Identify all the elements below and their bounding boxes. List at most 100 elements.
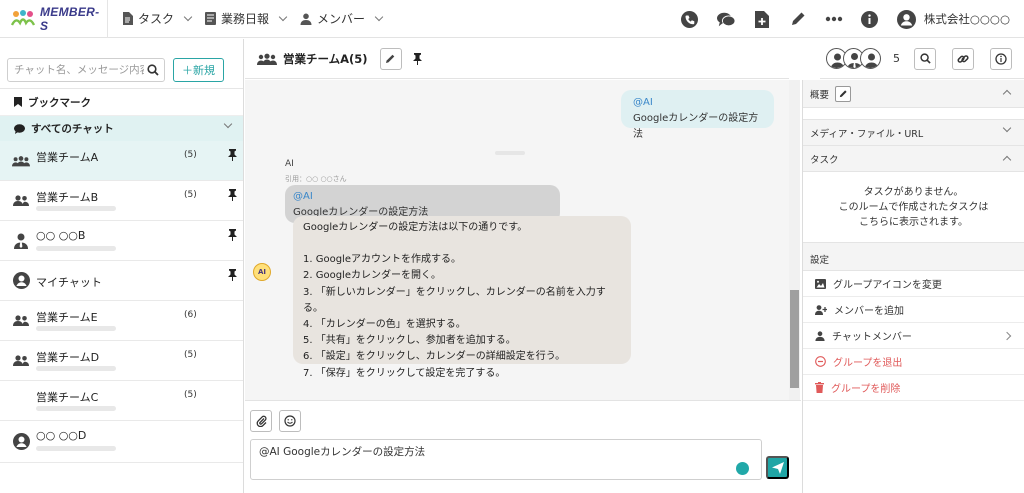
phone-icon[interactable] (681, 10, 699, 28)
edit-overview-button[interactable] (835, 85, 852, 102)
room-item[interactable]: 営業チームA (5) (0, 141, 243, 181)
room-item[interactable]: 営業チームE (6) (0, 301, 243, 341)
nav-task[interactable]: タスク (122, 10, 193, 27)
pin-icon[interactable] (227, 229, 239, 241)
main-menu: タスク 業務日報 メンバー (122, 0, 384, 38)
pen-icon (839, 90, 847, 98)
info-icon[interactable] (861, 10, 879, 28)
room-preview (36, 446, 116, 451)
user-circle-icon (12, 433, 30, 451)
sender-name: AI (285, 159, 294, 169)
add-member-item[interactable]: メンバーを追加 (803, 297, 1024, 323)
room-unread-count: (5) (184, 350, 197, 360)
new-document-icon[interactable] (753, 10, 771, 28)
room-item[interactable]: 営業チームC (5) (0, 381, 243, 421)
member-avatars[interactable] (826, 48, 881, 69)
time-divider (495, 151, 525, 155)
room-unread-count: (5) (184, 390, 197, 400)
no-task-line: こちらに表示されます。 (859, 216, 968, 228)
room-item[interactable]: 営業チームB (5) (0, 181, 243, 221)
emoji-picker-icon[interactable] (736, 462, 749, 475)
room-item[interactable]: ○○ ○○B (0, 221, 243, 261)
chevron-down-icon (1002, 123, 1012, 133)
media-label: メディア・ファイル・URL (810, 128, 924, 140)
message-mention: @AI (633, 97, 653, 108)
overview-section[interactable]: 概要 (803, 80, 1024, 108)
change-group-icon-item[interactable]: グループアイコンを変更 (803, 271, 1024, 297)
all-chats-section[interactable]: すべてのチャット (0, 116, 243, 141)
room-header-tools: 5 (820, 39, 1024, 79)
overview-label: 概要 (810, 89, 830, 101)
chevron-up-icon (1002, 155, 1012, 165)
minus-circle-icon (815, 356, 826, 367)
search-icon[interactable] (147, 64, 159, 76)
chat-search (7, 58, 165, 82)
nav-right: 株式会社○○○○ (681, 0, 1010, 38)
chevron-right-icon (1002, 331, 1012, 341)
room-name: 営業チームD (36, 351, 100, 364)
room-preview (36, 406, 116, 411)
nav-member[interactable]: メンバー (300, 10, 384, 27)
new-chat-button[interactable]: ＋新規 (173, 58, 224, 82)
bookmark-section[interactable]: ブックマーク (0, 89, 243, 116)
setting-label: グループを削除 (831, 384, 901, 395)
emoji-button[interactable] (279, 410, 301, 432)
pin-icon[interactable] (227, 149, 239, 161)
media-section[interactable]: メディア・ファイル・URL (803, 120, 1024, 146)
app-logo[interactable]: MEMBER-S (0, 0, 108, 38)
scrollbar-thumb[interactable] (790, 290, 799, 388)
avatar (860, 48, 881, 69)
delete-group-item[interactable]: グループを削除 (803, 375, 1024, 401)
message-composer: @AI Googleカレンダーの設定方法 (245, 400, 801, 493)
ai-reply-bubble[interactable]: Googleカレンダーの設定方法は以下の通りです。 1. Googleアカウント… (293, 216, 631, 379)
app-root: MEMBER-S タスク 業務日報 メンバー 株式会社○○○○ チャット名、メッ… (0, 0, 1024, 493)
chat-search-input[interactable] (14, 64, 144, 76)
smile-icon (284, 415, 296, 427)
room-item[interactable]: マイチャット (0, 261, 243, 301)
no-task-line: タスクがありません。 (863, 186, 964, 198)
room-name: ○○ ○○B (36, 229, 86, 242)
room-item[interactable]: 営業チームD (5) (0, 341, 243, 381)
pin-icon[interactable] (227, 189, 239, 201)
room-list: 営業チームA (5) 営業チームB (5) ○○ ○○B マイチャット 営業チー… (0, 141, 243, 463)
account-menu[interactable]: 株式会社○○○○ (896, 9, 1010, 29)
leave-group-item[interactable]: グループを退出 (803, 349, 1024, 375)
chat-members-item[interactable]: チャットメンバー (803, 323, 1024, 349)
room-item[interactable]: ○○ ○○D (0, 421, 243, 463)
link-button[interactable] (952, 47, 974, 70)
chevron-down-icon (223, 119, 233, 129)
room-name: 営業チームB (36, 191, 99, 204)
room-detail-panel: 概要 メディア・ファイル・URL タスク タスクがありません。 このルームで作成… (802, 80, 1024, 493)
pin-icon[interactable] (412, 52, 423, 65)
own-message-bubble[interactable]: @AI Googleカレンダーの設定方法 (621, 90, 774, 140)
edit-room-button[interactable] (379, 47, 402, 70)
logo-icon (10, 9, 36, 29)
search-room-button[interactable] (914, 47, 936, 70)
chat-scrollbar[interactable] (789, 80, 800, 400)
send-button[interactable] (766, 456, 789, 479)
group-icon (257, 53, 277, 65)
ai-avatar-label: AI (257, 268, 267, 276)
nav-member-label: メンバー (317, 12, 366, 26)
chat-bubbles-icon[interactable] (716, 10, 735, 28)
pen-icon[interactable] (789, 10, 807, 28)
room-info-button[interactable] (990, 47, 1012, 70)
nav-report[interactable]: 業務日報 (205, 10, 288, 27)
more-icon[interactable] (825, 10, 843, 28)
send-icon (771, 461, 784, 474)
chevron-down-icon (183, 12, 193, 22)
room-name: 営業チームA (36, 151, 99, 164)
chevron-down-icon (374, 12, 384, 22)
attach-button[interactable] (250, 410, 272, 432)
room-preview (36, 366, 116, 371)
setting-label: グループアイコンを変更 (833, 280, 942, 291)
ai-reply-step: 6. 「設定」をクリックし、カレンダーの詳細設定を行う。 (303, 351, 566, 363)
ai-reply-step: 7. 「保存」をクリックして設定を完了する。 (303, 367, 506, 379)
ai-reply-step: 1. Googleアカウントを作成する。 (303, 254, 461, 266)
task-section[interactable]: タスク (803, 146, 1024, 172)
people-icon (12, 352, 30, 370)
pin-icon[interactable] (227, 269, 239, 281)
message-input[interactable]: @AI Googleカレンダーの設定方法 (250, 439, 762, 480)
room-title: 営業チームA(5) (283, 51, 368, 66)
chat-timeline: @AI Googleカレンダーの設定方法 AI 引用：○○ ○○さん @AI G… (245, 80, 789, 400)
